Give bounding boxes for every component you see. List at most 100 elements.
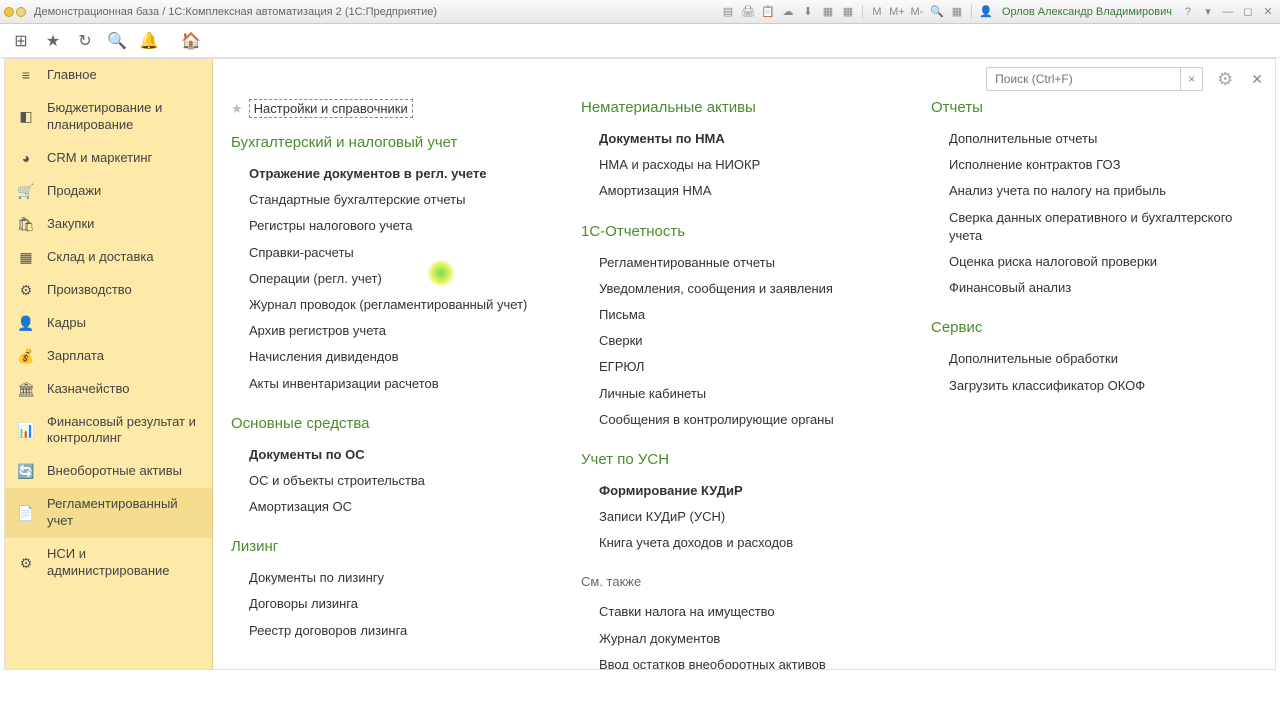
tb-icon-doc[interactable]: 📋 bbox=[760, 4, 776, 20]
menu-link[interactable]: Архив регистров учета bbox=[231, 318, 557, 344]
menu-link[interactable]: Начисления дивидендов bbox=[231, 344, 557, 370]
menu-link[interactable]: Финансовый анализ bbox=[931, 275, 1257, 301]
group: ЛизингДокументы по лизингуДоговоры лизин… bbox=[231, 538, 557, 644]
nav-icon: 👤 bbox=[17, 315, 35, 332]
menu-link[interactable]: Сверки bbox=[581, 328, 907, 354]
menu-link[interactable]: Документы по НМА bbox=[581, 126, 907, 152]
scale-m[interactable]: М bbox=[869, 4, 885, 20]
group: Нематериальные активыДокументы по НМАНМА… bbox=[581, 99, 907, 205]
menu-link[interactable]: Дополнительные обработки bbox=[931, 346, 1257, 372]
nav-item-7[interactable]: 👤 Кадры bbox=[5, 307, 212, 340]
tb-icon-save[interactable]: ▤ bbox=[720, 4, 736, 20]
help-icon[interactable]: ? bbox=[1180, 4, 1196, 20]
nav-icon: ▦ bbox=[17, 249, 35, 266]
menu-link[interactable]: Книга учета доходов и расходов bbox=[581, 530, 907, 556]
settings-gear-icon[interactable]: ⚙ bbox=[1217, 69, 1233, 90]
menu-link[interactable]: Формирование КУДиР bbox=[581, 478, 907, 504]
nav-item-1[interactable]: ◧Бюджетирование и планирование bbox=[5, 92, 212, 142]
menu-link[interactable]: Сообщения в контролирующие органы bbox=[581, 407, 907, 433]
tb-icon-calc[interactable]: ▦ bbox=[820, 4, 836, 20]
nav-icon: 🏛 bbox=[17, 381, 35, 398]
tb-icon-up[interactable]: ☁ bbox=[780, 4, 796, 20]
menu-link[interactable]: ЕГРЮЛ bbox=[581, 354, 907, 380]
group-title: 1С-Отчетность bbox=[581, 223, 907, 240]
menu-link[interactable]: ОС и объекты строительства bbox=[231, 468, 557, 494]
group: См. такжеСтавки налога на имуществоЖурна… bbox=[581, 574, 907, 669]
menu-link[interactable]: Уведомления, сообщения и заявления bbox=[581, 276, 907, 302]
menu-link[interactable]: Ставки налога на имущество bbox=[581, 599, 907, 625]
menu-link[interactable]: Амортизация НМА bbox=[581, 178, 907, 204]
nav-item-4[interactable]: 🛍Закупки bbox=[5, 208, 212, 241]
nav-label: Продажи bbox=[47, 183, 101, 200]
menu-link[interactable]: Письма bbox=[581, 302, 907, 328]
nav-icon: 📄 bbox=[17, 505, 35, 522]
tb-icon-zoom[interactable]: 🔍 bbox=[929, 4, 945, 20]
menu-link[interactable]: Анализ учета по налогу на прибыль bbox=[931, 178, 1257, 204]
star-icon[interactable]: ★ bbox=[231, 101, 243, 117]
menu-link[interactable]: Реестр договоров лизинга bbox=[231, 618, 557, 644]
menu-link[interactable]: Оценка риска налоговой проверки bbox=[931, 249, 1257, 275]
menu-link[interactable]: Регистры налогового учета bbox=[231, 213, 557, 239]
nav-icon: 🛍 bbox=[17, 216, 35, 233]
nav-item-8[interactable]: 💰Зарплата bbox=[5, 340, 212, 373]
nav-item-2[interactable]: ◕CRM и маркетинг bbox=[5, 142, 212, 175]
menu-link[interactable]: Журнал документов bbox=[581, 626, 907, 652]
window-dot bbox=[16, 7, 26, 17]
close-button[interactable]: ✕ bbox=[1260, 4, 1276, 20]
scale-mplus[interactable]: М+ bbox=[889, 4, 905, 20]
app-icon bbox=[4, 7, 14, 17]
menu-link[interactable]: НМА и расходы на НИОКР bbox=[581, 152, 907, 178]
menu-link[interactable]: Документы по лизингу bbox=[231, 565, 557, 591]
nav-item-6[interactable]: ⚙Производство bbox=[5, 274, 212, 307]
minimize-button[interactable]: — bbox=[1220, 4, 1236, 20]
menu-link[interactable]: Личные кабинеты bbox=[581, 381, 907, 407]
search-input[interactable] bbox=[986, 67, 1181, 91]
menu-link[interactable]: Регламентированные отчеты bbox=[581, 250, 907, 276]
titlebar: Демонстрационная база / 1С:Комплексная а… bbox=[0, 0, 1280, 24]
nav-label: Кадры bbox=[47, 315, 86, 332]
menu-link[interactable]: Справки-расчеты bbox=[231, 240, 557, 266]
menu-link[interactable]: Ввод остатков внеоборотных активов bbox=[581, 652, 907, 669]
scale-mminus[interactable]: М- bbox=[909, 4, 925, 20]
menu-link[interactable]: Журнал проводок (регламентированный учет… bbox=[231, 292, 557, 318]
nav-item-0[interactable]: ≡Главное bbox=[5, 59, 212, 92]
tb-icon-down[interactable]: ⬇ bbox=[800, 4, 816, 20]
menu-link[interactable]: Отражение документов в регл. учете bbox=[231, 161, 557, 187]
nav-item-12[interactable]: 📄Регламентированный учет bbox=[5, 488, 212, 538]
nav-item-13[interactable]: ⚙НСИ и администрирование bbox=[5, 538, 212, 588]
user-name[interactable]: Орлов Александр Владимирович bbox=[1002, 6, 1172, 18]
nav-item-11[interactable]: 🔄Внеоборотные активы bbox=[5, 455, 212, 488]
menu-link[interactable]: Акты инвентаризации расчетов bbox=[231, 371, 557, 397]
tb-icon-grid[interactable]: ▦ bbox=[949, 4, 965, 20]
menu-link[interactable]: Записи КУДиР (УСН) bbox=[581, 504, 907, 530]
nav-item-10[interactable]: 📊Финансовый результат и контроллинг bbox=[5, 406, 212, 456]
menu-link[interactable]: Документы по ОС bbox=[231, 442, 557, 468]
tb-icon-print[interactable]: 🖨 bbox=[740, 4, 756, 20]
nav-item-9[interactable]: 🏛 Казначейство bbox=[5, 373, 212, 406]
nav-item-3[interactable]: 🛒Продажи bbox=[5, 175, 212, 208]
menu-link[interactable]: Операции (регл. учет) bbox=[231, 266, 557, 292]
search-clear-button[interactable]: × bbox=[1181, 67, 1203, 91]
user-icon: 👤 bbox=[978, 4, 994, 20]
history-icon[interactable]: ↻ bbox=[70, 26, 100, 56]
nav-icon: 📊 bbox=[17, 422, 35, 439]
nav-label: Казначейство bbox=[47, 381, 129, 398]
panel-close-icon[interactable]: ✕ bbox=[1251, 71, 1263, 88]
menu-link[interactable]: Договоры лизинга bbox=[231, 591, 557, 617]
menu-link[interactable]: Дополнительные отчеты bbox=[931, 126, 1257, 152]
apps-icon[interactable]: ⊞ bbox=[6, 26, 36, 56]
menu-link[interactable]: Стандартные бухгалтерские отчеты bbox=[231, 187, 557, 213]
favorites-icon[interactable]: ★ bbox=[38, 26, 68, 56]
menu-link[interactable]: Амортизация ОС bbox=[231, 494, 557, 520]
settings-references-link[interactable]: Настройки и справочники bbox=[249, 99, 413, 118]
home-icon[interactable]: 🏠 bbox=[176, 26, 206, 56]
maximize-button[interactable]: ◻ bbox=[1240, 4, 1256, 20]
menu-link[interactable]: Загрузить классификатор ОКОФ bbox=[931, 373, 1257, 399]
menu-link[interactable]: Исполнение контрактов ГОЗ bbox=[931, 152, 1257, 178]
nav-item-5[interactable]: ▦Склад и доставка bbox=[5, 241, 212, 274]
bell-icon[interactable]: 🔔 bbox=[134, 26, 164, 56]
tb-icon-cal[interactable]: ▦ bbox=[840, 4, 856, 20]
menu-link[interactable]: Сверка данных оперативного и бухгалтерск… bbox=[931, 205, 1257, 249]
dropdown-icon[interactable]: ▾ bbox=[1200, 4, 1216, 20]
search-icon[interactable]: 🔍 bbox=[102, 26, 132, 56]
